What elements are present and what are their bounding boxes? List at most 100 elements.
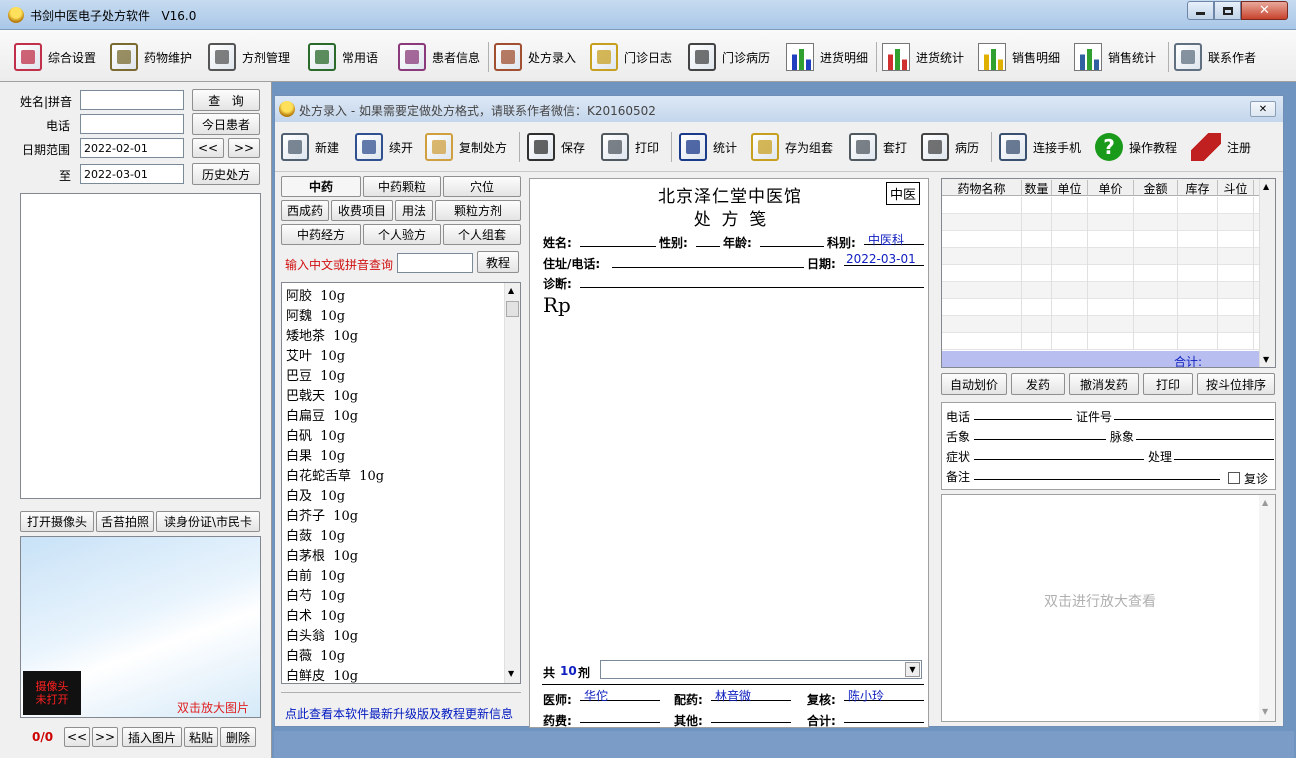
herb-list-item[interactable]: 白头翁 10g (286, 625, 358, 645)
scroll-down-icon[interactable]: ▼ (508, 669, 514, 678)
herb-tab-10[interactable]: 个人组套 (443, 224, 521, 245)
toolbar-button-6[interactable]: 处方录入 (494, 42, 576, 72)
camera-preview[interactable]: 摄像头 未打开 双击放大图片 (20, 536, 261, 718)
patient-list[interactable] (20, 193, 261, 499)
toolbar-button-12[interactable]: 销售统计 (1074, 42, 1156, 72)
toolbar-button-1[interactable]: 综合设置 (14, 42, 96, 72)
herb-list-scrollbar[interactable]: ▲ ▼ (504, 283, 520, 683)
insert-image-button[interactable]: 插入图片 (122, 727, 182, 747)
scroll-up-icon[interactable]: ▲ (1262, 498, 1268, 507)
rx-date-field[interactable]: 2022-03-01 (844, 252, 924, 266)
table-row[interactable] (942, 248, 1259, 265)
table-action-button-3[interactable]: 撤消发药 (1069, 373, 1139, 395)
date-to-input[interactable]: 2022-03-01 (80, 164, 184, 184)
history-rx-button[interactable]: 历史处方 (192, 163, 260, 185)
rx-toolbar-button-7[interactable]: 存为组套 (751, 132, 833, 162)
medicine-table[interactable]: 药物名称 数量 单位 单价 金额 库存 斗位 合计: ▲ ▼ (941, 178, 1276, 368)
table-row[interactable] (942, 197, 1259, 214)
delete-button[interactable]: 删除 (220, 727, 256, 747)
doctor-field[interactable]: 华佗 (580, 687, 660, 703)
child-close-button[interactable]: ✕ (1250, 101, 1276, 117)
table-column-header[interactable]: 数量 (1022, 180, 1052, 196)
info-treat-field[interactable] (1174, 446, 1274, 460)
herb-list-item[interactable]: 白芥子 10g (286, 505, 358, 525)
table-column-header[interactable]: 斗位 (1218, 180, 1254, 196)
open-camera-button[interactable]: 打开摄像头 (20, 511, 94, 532)
rx-address-field[interactable] (612, 254, 804, 268)
rx-toolbar-button-8[interactable]: 套打 (849, 132, 907, 162)
query-button[interactable]: 查 询 (192, 89, 260, 111)
image-viewer-scrollbar[interactable]: ▲ ▼ (1259, 495, 1275, 721)
herb-list-item[interactable]: 白花蛇舌草 10g (286, 465, 384, 485)
table-row[interactable] (942, 299, 1259, 316)
table-row[interactable] (942, 333, 1259, 350)
rx-toolbar-button-3[interactable]: 复制处方 (425, 132, 507, 162)
toolbar-button-5[interactable]: 患者信息 (398, 42, 480, 72)
image-viewer[interactable]: 双击进行放大查看 ▲ ▼ (941, 494, 1276, 722)
herb-tab-7[interactable]: 颗粒方剂 (435, 200, 521, 221)
paste-button[interactable]: 粘贴 (184, 727, 218, 747)
herb-search-input[interactable] (397, 253, 473, 273)
table-scrollbar[interactable]: ▲ ▼ (1259, 179, 1275, 367)
rx-toolbar-button-2[interactable]: 续开 (355, 132, 413, 162)
rx-herb-area[interactable] (540, 319, 924, 659)
herb-tab-2[interactable]: 中药颗粒 (363, 176, 441, 197)
herb-tab-8[interactable]: 中药经方 (281, 224, 361, 245)
toolbar-button-9[interactable]: 进货明细 (786, 42, 868, 72)
herb-list-item[interactable]: 白芍 10g (286, 585, 345, 605)
info-phone-field[interactable] (974, 406, 1072, 420)
table-row[interactable] (942, 265, 1259, 282)
rx-toolbar-button-6[interactable]: 统计 (679, 132, 737, 162)
revisit-checkbox[interactable] (1228, 472, 1240, 484)
herb-list-item[interactable]: 阿魏 10g (286, 305, 345, 325)
rx-dept-field[interactable]: 中医科 (864, 231, 924, 247)
toolbar-button-10[interactable]: 进货统计 (882, 42, 964, 72)
tongue-photo-button[interactable]: 舌苔拍照 (96, 511, 154, 532)
herb-tab-5[interactable]: 收费项目 (331, 200, 393, 221)
table-action-button-4[interactable]: 打印 (1143, 373, 1193, 395)
date-from-input[interactable]: 2022-02-01 (80, 138, 184, 158)
table-column-header[interactable]: 单价 (1088, 180, 1134, 196)
toolbar-button-3[interactable]: 方剂管理 (208, 42, 290, 72)
herb-list-item[interactable]: 巴戟天 10g (286, 385, 358, 405)
info-remark-field[interactable] (974, 466, 1220, 480)
close-button[interactable]: ✕ (1241, 1, 1288, 20)
herb-tab-3[interactable]: 穴位 (443, 176, 521, 197)
prev-image-button[interactable]: << (64, 727, 90, 747)
usage-dropdown[interactable]: ▼ (600, 660, 922, 679)
info-symptom-field[interactable] (974, 446, 1144, 460)
dispense-field[interactable]: 林音微 (711, 687, 791, 703)
rx-toolbar-button-11[interactable]: ? 操作教程 (1095, 132, 1177, 162)
table-action-button-1[interactable]: 自动划价 (941, 373, 1007, 395)
maximize-button[interactable] (1214, 1, 1241, 20)
herb-tab-6[interactable]: 用法 (395, 200, 433, 221)
table-row[interactable] (942, 231, 1259, 248)
herb-list-item[interactable]: 巴豆 10g (286, 365, 345, 385)
herb-list-item[interactable]: 艾叶 10g (286, 345, 345, 365)
herb-tab-4[interactable]: 西成药 (281, 200, 329, 221)
herb-list-item[interactable]: 白薇 10g (286, 645, 345, 665)
name-input[interactable] (80, 90, 184, 110)
herb-list-item[interactable]: 白茅根 10g (286, 545, 358, 565)
scroll-up-icon[interactable]: ▲ (1263, 182, 1269, 191)
herb-list-item[interactable]: 白前 10g (286, 565, 345, 585)
fee-field[interactable] (580, 709, 660, 723)
table-column-header[interactable]: 库存 (1178, 180, 1218, 196)
rx-sex-field[interactable] (696, 233, 720, 247)
table-row[interactable] (942, 282, 1259, 299)
rx-toolbar-button-9[interactable]: 病历 (921, 132, 979, 162)
minimize-button[interactable] (1187, 1, 1214, 20)
herb-list-item[interactable]: 白鲜皮 10g (286, 665, 358, 683)
table-action-button-2[interactable]: 发药 (1011, 373, 1065, 395)
info-pulse-field[interactable] (1136, 426, 1274, 440)
rx-toolbar-button-5[interactable]: 打印 (601, 132, 659, 162)
rx-name-field[interactable] (580, 233, 656, 247)
table-column-header[interactable]: 金额 (1134, 180, 1178, 196)
toolbar-button-7[interactable]: 门诊日志 (590, 42, 672, 72)
rx-toolbar-button-10[interactable]: 连接手机 (999, 132, 1081, 162)
tutorial-button[interactable]: 教程 (477, 251, 519, 273)
table-row[interactable] (942, 316, 1259, 333)
chevron-down-icon[interactable]: ▼ (905, 662, 920, 677)
toolbar-button-4[interactable]: 常用语 (308, 42, 378, 72)
toolbar-button-8[interactable]: 门诊病历 (688, 42, 770, 72)
